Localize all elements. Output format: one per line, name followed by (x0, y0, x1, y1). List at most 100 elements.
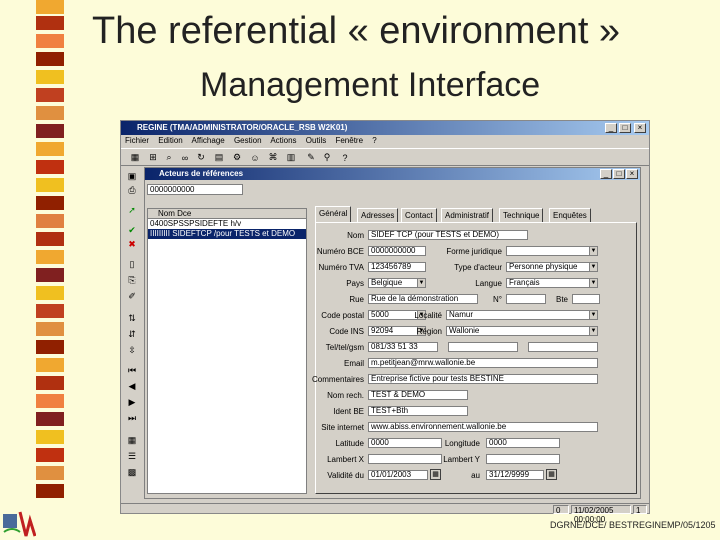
slide-subtitle: Management Interface (200, 66, 541, 104)
region-select[interactable]: Wallonie ▼ (446, 326, 598, 336)
network-icon[interactable]: ⌘ (267, 152, 279, 163)
query-icon[interactable]: ⊞ (147, 152, 159, 163)
tab-adresses[interactable]: Adresses (357, 208, 399, 222)
inner-minimize-button[interactable]: _ (600, 169, 612, 179)
langue-select[interactable]: Français ▼ (506, 278, 598, 288)
telephone-field-2[interactable] (448, 342, 518, 352)
gsm-field[interactable] (528, 342, 598, 352)
next-record-icon[interactable]: ▶ (126, 397, 138, 408)
list-item-selected[interactable]: IIIIIIIII SIDEFTCP /pour TESTS et DEMO (148, 229, 306, 239)
chevron-down-icon[interactable]: ▼ (417, 279, 425, 287)
site-field[interactable]: www.abiss.environnement.wallonie.be (368, 422, 598, 432)
save-icon[interactable]: ▣ (126, 171, 138, 182)
previous-record-icon[interactable]: ◀ (126, 381, 138, 392)
chart-icon[interactable]: ▥ (285, 152, 297, 163)
calendar-icon[interactable]: ▦ (126, 435, 138, 446)
chevron-down-icon[interactable]: ▼ (589, 327, 597, 335)
forme-juridique-select[interactable]: ▼ (506, 246, 598, 256)
menu-outils[interactable]: Outils (306, 136, 326, 145)
type-acteur-value: Personne physique (509, 262, 578, 271)
menu-fenetre[interactable]: Fenêtre (335, 136, 363, 145)
nom-label: Nom (347, 231, 364, 240)
sort-asc-icon[interactable]: ⇅ (126, 313, 138, 324)
ident-label: Ident BE (333, 407, 364, 416)
filter-icon[interactable]: ⚲ (321, 152, 333, 163)
pays-select[interactable]: Belgique ▼ (368, 278, 426, 288)
inner-close-button[interactable]: × (626, 169, 638, 179)
menu-affichage[interactable]: Affichage (192, 136, 225, 145)
delete-icon[interactable]: ✖ (126, 239, 138, 250)
sort-icon[interactable]: ⇳ (126, 345, 138, 356)
email-field[interactable]: m.petitjean@mrw.wallonie.be (368, 358, 598, 368)
validite-from-field[interactable]: 01/01/2003 (368, 470, 428, 480)
list-icon[interactable]: ☰ (126, 451, 138, 462)
numero-bce-field[interactable]: 0000000000 (368, 246, 426, 256)
commentaires-field[interactable]: Entreprise fictive pour tests BESTINE (368, 374, 598, 384)
edit-icon[interactable]: ✐ (126, 291, 138, 302)
sort-desc-icon[interactable]: ⇵ (126, 329, 138, 340)
user-icon[interactable]: ☺ (249, 152, 261, 163)
menu-gestion[interactable]: Gestion (234, 136, 262, 145)
validite-label: Validité du (327, 471, 364, 480)
lambert-y-field[interactable] (486, 454, 560, 464)
status-count: 0 (553, 505, 569, 515)
inner-maximize-button[interactable]: □ (613, 169, 625, 179)
chevron-down-icon[interactable]: ▼ (589, 279, 597, 287)
inner-window-title: Acteurs de références (145, 168, 640, 180)
localite-select[interactable]: Namur ▼ (446, 310, 598, 320)
search-icon[interactable]: ⌕ (163, 152, 175, 163)
last-record-icon[interactable]: ⏭ (126, 413, 138, 424)
region-value: Wallonie (449, 326, 480, 335)
telephone-field[interactable]: 081/33 51 33 (368, 342, 438, 352)
chevron-down-icon[interactable]: ▼ (589, 311, 597, 319)
tab-technique[interactable]: Technique (499, 208, 544, 222)
tab-contact[interactable]: Contact (401, 208, 437, 222)
bte-field[interactable] (572, 294, 600, 304)
commentaires-label: Commentaires (311, 375, 364, 384)
numero-tva-label: Numéro TVA (318, 263, 365, 272)
refresh-icon[interactable]: ↻ (195, 152, 207, 163)
list-item[interactable]: 0400SPSSPSIDEFTE h/v (148, 219, 306, 229)
type-acteur-label: Type d'acteur (454, 263, 502, 272)
first-record-icon[interactable]: ⏮ (126, 365, 138, 376)
report-icon[interactable]: ▤ (213, 152, 225, 163)
tab-enquetes[interactable]: Enquêtes (549, 208, 591, 222)
menu-fichier[interactable]: Fichier (125, 136, 149, 145)
tab-administratif[interactable]: Administratif (441, 208, 494, 222)
minimize-button[interactable]: _ (605, 123, 617, 133)
inner-window: Acteurs de références _ □ × 0000000000 N… (144, 167, 641, 499)
menu-help[interactable]: ? (372, 136, 376, 145)
validate-icon[interactable]: ✔ (126, 225, 138, 236)
binoculars-icon[interactable]: ∞ (179, 152, 191, 163)
calendar-icon[interactable]: ▦ (546, 469, 557, 480)
settings-icon[interactable]: ⚙ (231, 152, 243, 163)
menu-actions[interactable]: Actions (270, 136, 296, 145)
type-acteur-select[interactable]: Personne physique ▼ (506, 262, 598, 272)
app-window: REGINE (TMA/ADMINISTRATOR/ORACLE_RSB W2K… (120, 120, 650, 524)
copy-icon[interactable]: ⎘ (126, 275, 138, 286)
nom-recherche-field[interactable]: TEST & DEMO (368, 390, 468, 400)
calculator-icon[interactable]: ▩ (126, 467, 138, 478)
validite-to-field[interactable]: 31/12/9999 (486, 470, 544, 480)
chevron-down-icon[interactable]: ▼ (589, 247, 597, 255)
tab-general[interactable]: Général (315, 206, 352, 222)
list-header[interactable]: Nom Dce (148, 209, 306, 219)
chevron-down-icon[interactable]: ▼ (589, 263, 597, 271)
nom-field[interactable]: SIDEF TCP (pour TESTS et DEMO) (368, 230, 528, 240)
menu-bar: Fichier Edition Affichage Gestion Action… (121, 135, 649, 147)
toolbar: ▦ ⊞ ⌕ ∞ ↻ ▤ ⚙ ☺ ⌘ ▥ ✎ ⚲ ? (121, 148, 649, 166)
close-button[interactable]: × (634, 123, 646, 133)
langue-label: Langue (475, 279, 502, 288)
grid-icon[interactable]: ▦ (129, 152, 141, 163)
maximize-button[interactable]: □ (619, 123, 631, 133)
green-arrow-icon[interactable]: ➚ (126, 205, 138, 216)
new-record-icon[interactable]: ▯ (126, 259, 138, 270)
record-selector[interactable]: 0000000000 (147, 184, 243, 195)
numero-tva-field[interactable]: 123456789 (368, 262, 426, 272)
ident-field[interactable]: TEST+Bth (368, 406, 468, 416)
print-icon[interactable]: ⎙ (126, 185, 138, 196)
longitude-field[interactable]: 0000 (486, 438, 560, 448)
menu-edition[interactable]: Edition (158, 136, 182, 145)
help-icon[interactable]: ? (339, 152, 351, 163)
tool-icon[interactable]: ✎ (305, 152, 317, 163)
